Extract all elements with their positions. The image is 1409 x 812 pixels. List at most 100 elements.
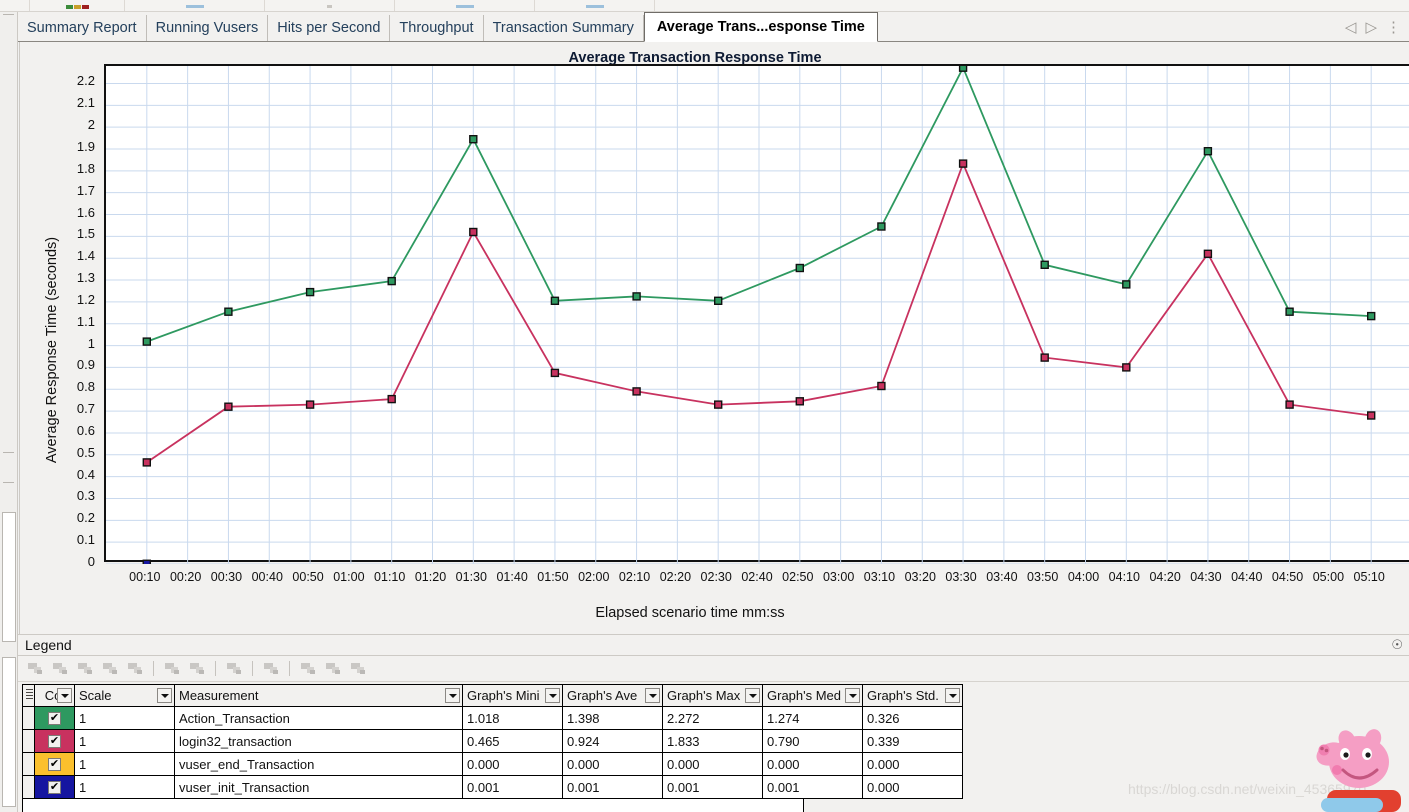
toolbar-separator <box>289 661 290 676</box>
max-cell: 0.001 <box>662 775 763 799</box>
row-selector-cell[interactable] <box>22 775 35 799</box>
y-axis-tick-label: 1.5 <box>76 226 95 242</box>
median-cell: 0.790 <box>762 729 863 753</box>
chart-svg <box>106 66 1409 564</box>
plot-area[interactable] <box>104 64 1409 564</box>
bar-icon-c <box>455 5 474 8</box>
legend-table-row[interactable]: ✔ 1 Action_Transaction 1.018 1.398 2.272 1.274… <box>22 706 963 730</box>
series-color-cell[interactable]: ✔ <box>34 729 75 753</box>
y-axis-tick-label: 0.7 <box>76 401 95 417</box>
left-rail <box>0 12 18 812</box>
legend-table-row[interactable]: ✔ 1 vuser_init_Transaction 0.001 0.001 0.001 0… <box>22 775 963 799</box>
show-only-selected-icon[interactable] <box>74 659 96 679</box>
rail-tick <box>3 14 14 15</box>
chevron-down-icon[interactable] <box>745 688 760 703</box>
x-axis-tick-label: 05:00 <box>1312 570 1345 584</box>
x-axis-tick-label: 02:20 <box>659 570 692 584</box>
measurement-cell: Action_Transaction <box>174 706 463 730</box>
hide-all-icon[interactable] <box>49 659 71 679</box>
toolbar-group-menu[interactable] <box>0 0 30 11</box>
column-header-average[interactable]: Graph's Ave <box>562 684 663 707</box>
scale-icon[interactable] <box>186 659 208 679</box>
chevron-down-icon[interactable] <box>645 688 660 703</box>
series-color-swatch: ✔ <box>35 707 74 729</box>
x-axis-tick-label: 04:50 <box>1271 570 1304 584</box>
chevron-down-icon[interactable] <box>157 688 172 703</box>
tab-hits-per-second[interactable]: Hits per Second <box>268 15 391 41</box>
measurement-cell: vuser_end_Transaction <box>174 752 463 776</box>
toolbar-group-a[interactable] <box>125 0 265 11</box>
chevron-down-icon[interactable] <box>545 688 560 703</box>
column-header-color[interactable]: Col <box>34 684 75 707</box>
show-all-icon[interactable] <box>24 659 46 679</box>
pin-icon[interactable]: ☉ <box>1391 637 1403 653</box>
column-header-max[interactable]: Graph's Max <box>662 684 763 707</box>
chevron-down-icon[interactable] <box>845 688 860 703</box>
merge-graphs-icon[interactable] <box>99 659 121 679</box>
x-axis-tick-label: 00:40 <box>251 570 283 584</box>
x-axis-tick-label: 02:00 <box>578 570 610 584</box>
column-header-median[interactable]: Graph's Med <box>762 684 863 707</box>
row-selector-cell[interactable] <box>22 729 35 753</box>
auto-correlate-icon[interactable] <box>161 659 183 679</box>
toolbar-group-c[interactable] <box>395 0 535 11</box>
legend-table-empty-row <box>22 799 804 812</box>
rail-thumbnail-box[interactable] <box>2 512 16 642</box>
tab-summary-report[interactable]: Summary Report <box>18 15 147 41</box>
tab-running-vusers[interactable]: Running Vusers <box>147 15 269 41</box>
grid-menu-icon <box>26 689 33 701</box>
rail-thumbnail-box[interactable] <box>2 657 16 807</box>
toolbar-group-b[interactable] <box>265 0 395 11</box>
tab-throughput[interactable]: Throughput <box>390 15 484 41</box>
series-visibility-checkbox[interactable]: ✔ <box>48 711 61 725</box>
chevron-down-icon[interactable] <box>57 688 72 703</box>
toolbar-group-d[interactable] <box>535 0 655 11</box>
series-visibility-checkbox[interactable]: ✔ <box>48 757 61 771</box>
chevron-down-icon[interactable] <box>945 688 960 703</box>
x-axis-tick-label: 03:30 <box>945 570 977 584</box>
series-visibility-checkbox[interactable]: ✔ <box>48 780 61 794</box>
properties-icon[interactable] <box>347 659 369 679</box>
tab-menu-icon[interactable]: ⋮ <box>1386 18 1401 36</box>
std-cell: 0.339 <box>862 729 963 753</box>
row-selector-header[interactable] <box>22 684 35 707</box>
column-header-scale[interactable]: Scale <box>74 684 175 707</box>
legend-table-row[interactable]: ✔ 1 login32_transaction 0.465 0.924 1.833 0.79… <box>22 729 963 753</box>
tab-average-transaction-response-time[interactable]: Average Trans...esponse Time <box>643 12 878 42</box>
chevron-down-icon[interactable] <box>445 688 460 703</box>
column-label-measurement: Measurement <box>179 688 259 703</box>
configure-icon[interactable] <box>297 659 319 679</box>
series-color-cell[interactable]: ✔ <box>34 706 75 730</box>
scale-cell: 1 <box>74 729 175 753</box>
column-header-std[interactable]: Graph's Std. <box>862 684 963 707</box>
column-header-min[interactable]: Graph's Mini <box>462 684 563 707</box>
column-label-median: Graph's Med <box>767 688 842 703</box>
legend-grid-wrapper: Col Scale Measurement Graph's Mini Graph… <box>18 682 1409 812</box>
column-header-measurement[interactable]: Measurement <box>174 684 463 707</box>
y-axis-tick-label: 1.3 <box>76 270 95 286</box>
series-color-cell[interactable]: ✔ <box>34 775 75 799</box>
max-cell: 1.833 <box>662 729 763 753</box>
scale-cell: 1 <box>74 775 175 799</box>
column-label-std: Graph's Std. <box>867 688 939 703</box>
set-granularity-icon[interactable] <box>223 659 245 679</box>
row-selector-cell[interactable] <box>22 752 35 776</box>
toolbar-group-colors[interactable] <box>30 0 125 11</box>
application-window: Summary Report Running Vusers Hits per S… <box>0 0 1409 812</box>
tab-prev-icon[interactable]: ◁ <box>1345 18 1357 36</box>
median-cell: 0.001 <box>762 775 863 799</box>
row-selector-cell[interactable] <box>22 706 35 730</box>
x-axis-tick-label: 03:10 <box>863 570 896 584</box>
tab-transaction-summary[interactable]: Transaction Summary <box>484 15 644 41</box>
legend-table-row[interactable]: ✔ 1 vuser_end_Transaction 0.000 0.000 0.000 0.… <box>22 752 963 776</box>
series-visibility-checkbox[interactable]: ✔ <box>48 734 61 748</box>
min-cell: 1.018 <box>462 706 563 730</box>
tab-next-icon[interactable]: ▷ <box>1365 18 1377 36</box>
x-axis-tick-label: 04:30 <box>1190 570 1222 584</box>
filter-icon[interactable] <box>124 659 146 679</box>
columns-icon[interactable] <box>260 659 282 679</box>
group-by-icon[interactable] <box>322 659 344 679</box>
series-color-cell[interactable]: ✔ <box>34 752 75 776</box>
y-axis-tick-label: 0.1 <box>76 532 95 548</box>
y-axis-tick-label: 1.9 <box>76 139 95 154</box>
